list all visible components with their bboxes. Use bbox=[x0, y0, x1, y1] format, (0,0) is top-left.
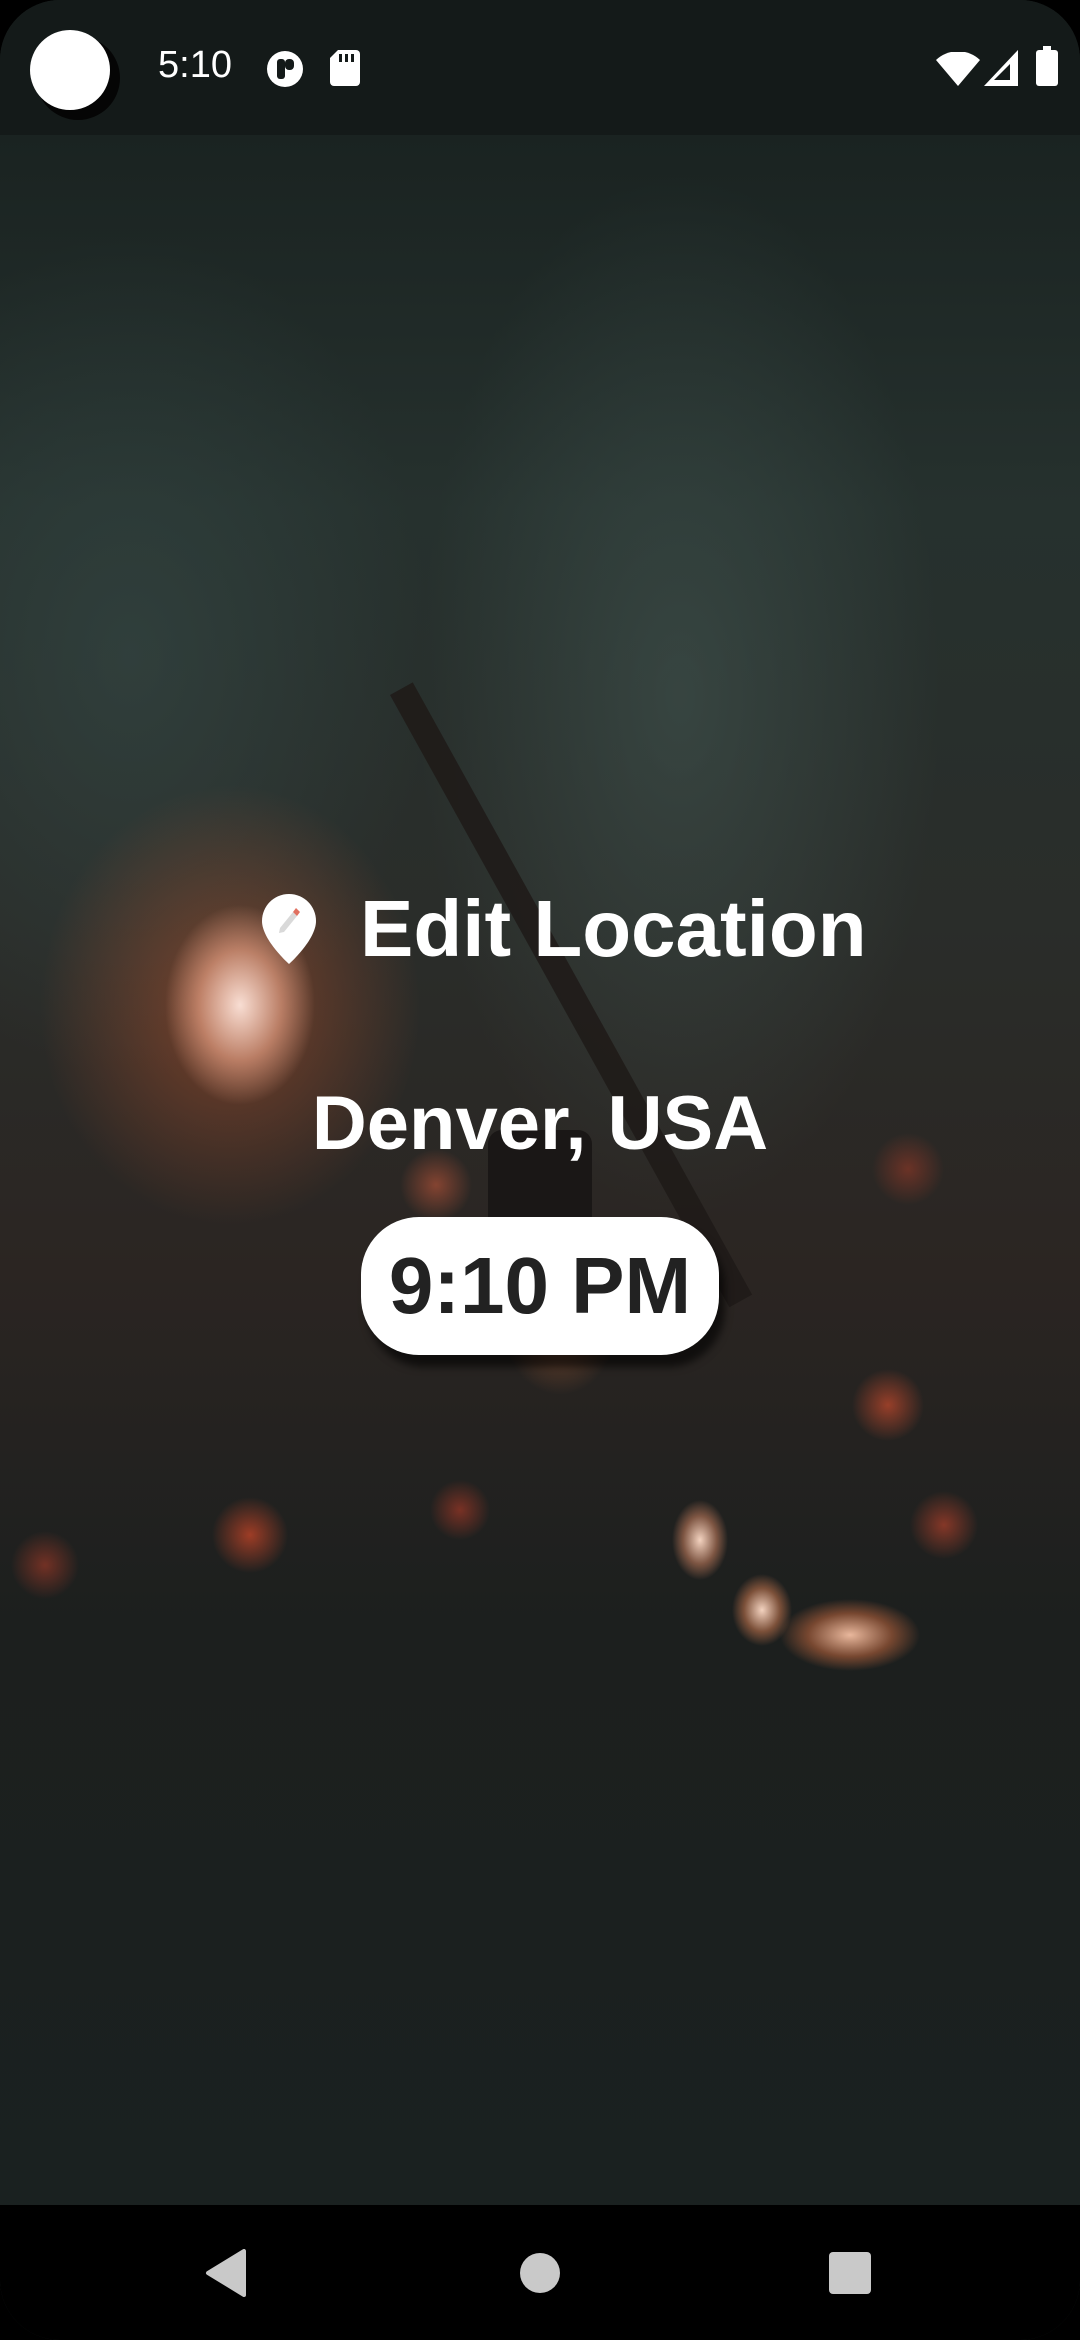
edit-location-button[interactable]: Edit Location bbox=[262, 880, 867, 978]
edit-location-label: Edit Location bbox=[360, 884, 867, 973]
status-bar: 5:10 bbox=[0, 0, 1080, 135]
recents-icon bbox=[829, 2251, 871, 2294]
app-notification-icon bbox=[266, 50, 304, 93]
recents-button[interactable] bbox=[790, 2205, 910, 2340]
sd-card-icon bbox=[330, 50, 360, 91]
app-screen: 5:10 Edit Location Denver, USA 9:10 PM bbox=[0, 0, 1080, 2340]
home-icon bbox=[520, 2252, 560, 2293]
wifi-icon bbox=[936, 51, 980, 91]
battery-icon bbox=[1036, 46, 1058, 91]
time-text: 9:10 PM bbox=[388, 1241, 692, 1330]
back-icon bbox=[206, 2248, 246, 2297]
back-button[interactable] bbox=[166, 2205, 286, 2340]
location-name: Denver, USA bbox=[311, 1081, 769, 1166]
home-button[interactable] bbox=[480, 2205, 600, 2340]
navigation-bar bbox=[0, 2205, 1080, 2340]
camera-cutout bbox=[30, 30, 110, 110]
edit-location-pin-icon bbox=[262, 894, 316, 964]
time-display: 9:10 PM bbox=[361, 1217, 719, 1355]
main-content: Edit Location Denver, USA 9:10 PM bbox=[0, 0, 1080, 2340]
cell-signal-icon bbox=[984, 50, 1018, 91]
status-time: 5:10 bbox=[158, 44, 232, 86]
